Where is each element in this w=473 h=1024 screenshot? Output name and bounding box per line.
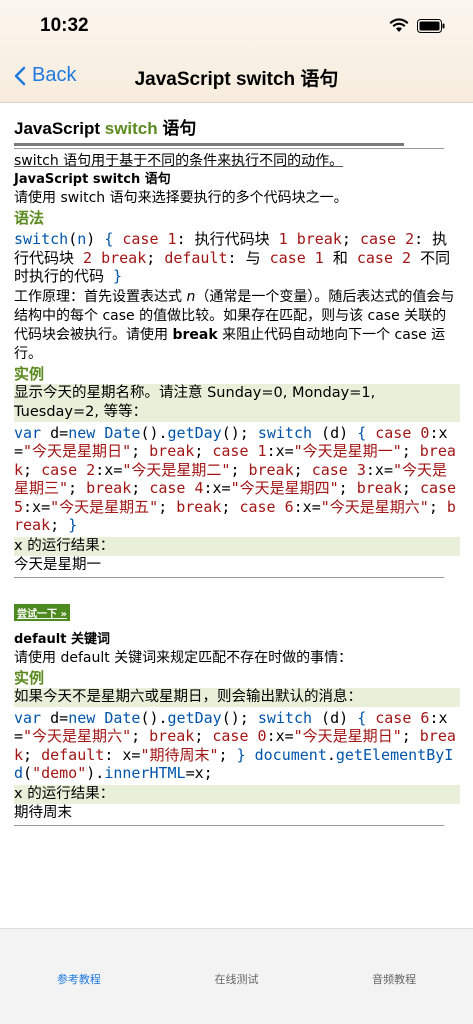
code-str: "今天是星期日"	[23, 442, 132, 460]
section2-desc: 请使用 default 关键词来规定匹配不存在时做的事情：	[14, 649, 353, 666]
code-str: "今天是星期一"	[293, 442, 402, 460]
result2-value: 期待周末	[14, 804, 72, 821]
example2-desc: 如果今天不是星期六或星期日，则会输出默认的消息：	[14, 687, 460, 707]
code-str: "期待周末"	[140, 745, 219, 764]
example1-desc: 显示今天的星期名称。请注意 Sunday=0, Monday=1, Tuesda…	[14, 383, 460, 422]
back-label: Back	[32, 64, 77, 86]
intro-text: switch 语句用于基于不同的条件来执行不同的动作。	[14, 153, 344, 169]
tab-online-test[interactable]: 在线测试	[158, 929, 316, 1024]
back-button[interactable]: Back	[14, 64, 76, 87]
code-str: "今天是星期四"	[230, 479, 339, 497]
result-divider	[14, 576, 444, 578]
example-label: 实例	[14, 364, 45, 383]
code-str: "demo"	[32, 764, 87, 782]
code-str: "今天是星期日"	[293, 727, 402, 745]
example1-code: var d=new Date().getDay(); switch (d) { …	[14, 423, 457, 535]
code-str: "今天是星期二"	[122, 460, 231, 479]
code-str: "今天是星期五"	[50, 497, 159, 516]
article: JavaScript switch 语句 switch 语句用于基于不同的条件来…	[14, 112, 460, 828]
section1-desc: 请使用 switch 语句来选择要执行的多个代码块之一。	[14, 190, 348, 206]
section2-title: default 关键词	[14, 631, 111, 647]
wifi-icon	[389, 18, 409, 32]
example2-code: var d=new Date().getDay(); switch (d) { …	[14, 708, 456, 783]
example2-label: 实例	[14, 668, 45, 687]
heading-prefix: JavaScript	[14, 119, 105, 138]
top-bar: 10:32 Back JavaScript switch 语句	[0, 0, 473, 103]
try-it-button[interactable]: 尝试一下 »	[14, 603, 70, 621]
tab-bar: 参考教程 在线测试 音频教程	[0, 928, 473, 1024]
heading-highlight: switch	[104, 119, 158, 138]
result1-label: x 的运行结果：	[14, 536, 460, 556]
syntax-code: switch(n) { case 1: 执行代码块 1 break; case …	[14, 230, 451, 285]
tab-reference[interactable]: 参考教程	[0, 929, 158, 1024]
syntax-label: 语法	[14, 209, 45, 227]
heading-suffix: 语句	[157, 119, 197, 138]
chevron-left-icon	[14, 66, 26, 85]
battery-icon	[417, 18, 445, 33]
how-it-works: 工作原理：首先设置表达式 n（通常是一个变量）。随后表达式的值会与结构中的每个 …	[14, 288, 460, 364]
result1-value: 今天是星期一	[14, 556, 101, 573]
code-str: "今天是星期六"	[23, 727, 132, 745]
article-heading: JavaScript switch 语句	[14, 112, 460, 139]
status-time: 10:32	[40, 15, 89, 36]
status-icons	[389, 18, 445, 33]
code-str: "今天是星期六"	[320, 497, 429, 516]
how-text-break: break	[172, 326, 218, 343]
result2-divider	[14, 824, 444, 826]
heading-divider-thin	[14, 148, 444, 149]
heading-divider	[14, 143, 404, 146]
how-text-n: n	[186, 288, 196, 305]
how-text-a: 工作原理：首先设置表达式	[14, 288, 187, 305]
tab-audio[interactable]: 音频教程	[315, 929, 473, 1024]
result2-label: x 的运行结果：	[14, 784, 460, 804]
section1-title: JavaScript switch 语句	[14, 172, 171, 187]
